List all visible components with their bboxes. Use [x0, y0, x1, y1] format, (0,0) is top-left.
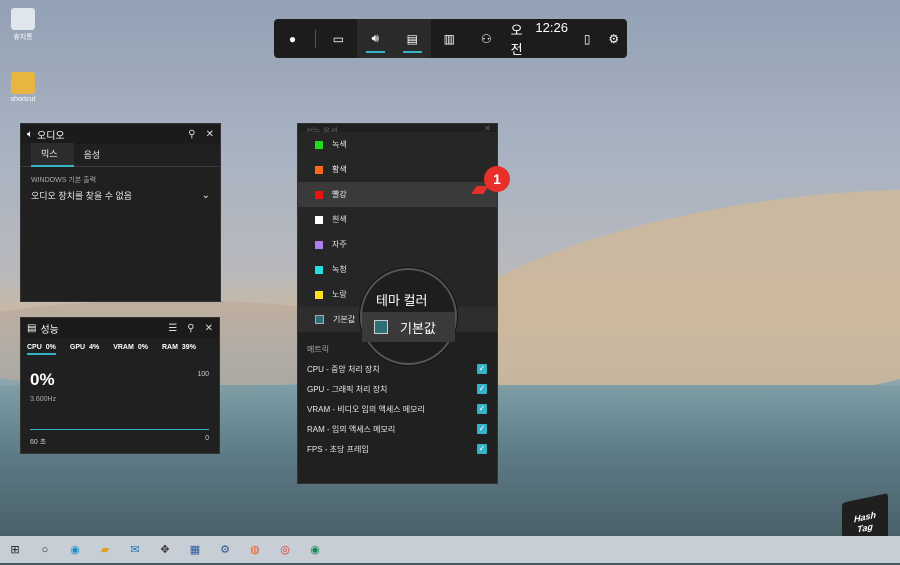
- windows-start-icon[interactable]: ⊞: [0, 536, 30, 563]
- performance-widget: ▤ 성능 ☰ ⚲ ✕ CPU 0% GPU 4% VRAM 0% RAM 39% 0% …: [20, 317, 220, 454]
- swatch-purple: [315, 240, 323, 249]
- gamebar-clock: 오전 12:26: [505, 20, 574, 58]
- close-icon[interactable]: ✕: [206, 129, 214, 140]
- audio-section-label: WINDOWS 기본 출력: [31, 177, 97, 184]
- metric-gpu[interactable]: GPU - 그래픽 처리 장치 ✓: [298, 379, 497, 399]
- metrics-list: CPU - 중앙 처리 장치 ✓ GPU - 그래픽 처리 장치 ✓ VRAM - …: [298, 359, 497, 459]
- perf-big-value: 0%: [30, 370, 55, 389]
- settings-gear-icon[interactable]: ⚙: [601, 19, 628, 58]
- perf-stats-row: CPU 0% GPU 4% VRAM 0% RAM 39%: [21, 338, 219, 355]
- color-option-green[interactable]: 녹색: [298, 132, 497, 157]
- file-explorer-icon[interactable]: ▰: [90, 536, 120, 563]
- edge-icon[interactable]: ◉: [60, 536, 90, 563]
- step-badge: 1: [484, 166, 510, 192]
- chrome-icon[interactable]: ◎: [270, 536, 300, 563]
- xbox-icon[interactable]: ●: [274, 19, 311, 58]
- swatch-white: [315, 215, 323, 224]
- audio-device-text: 오디오 장치를 찾을 수 없음: [31, 191, 133, 201]
- callout-default-label: 기본값: [400, 320, 436, 336]
- swatch-cyan: [315, 265, 323, 274]
- tab-mix[interactable]: 믹스: [31, 143, 74, 167]
- checkbox-ram[interactable]: ✓: [477, 424, 487, 434]
- audio-tabs: 믹스 음성: [21, 143, 220, 167]
- pin-icon[interactable]: ⚲: [187, 323, 194, 334]
- move-tool-icon[interactable]: ✥: [150, 536, 180, 563]
- callout-default-row: 기본값: [362, 312, 455, 342]
- callout-title: 테마 컬러: [376, 293, 428, 308]
- swatch-red: [315, 190, 323, 199]
- taskbar: ⊞ ○ ◉ ▰ ✉ ✥ ▦ ⚙ ◍ ◎ ◉: [0, 536, 900, 563]
- checkbox-vram[interactable]: ✓: [477, 404, 487, 414]
- search-circle-icon[interactable]: ○: [30, 536, 60, 563]
- stat-cpu[interactable]: CPU 0%: [27, 344, 56, 355]
- pin-icon[interactable]: ⚲: [188, 129, 195, 140]
- perf-frequency: 3.600Hz: [30, 396, 57, 403]
- checkbox-gpu[interactable]: ✓: [477, 384, 487, 394]
- widget-menu-icon[interactable]: ▭: [320, 19, 357, 58]
- perf-time-label: 60 초: [30, 439, 47, 446]
- audio-widget-title: 오디오: [37, 130, 65, 142]
- clock-time: 12:26: [535, 19, 568, 35]
- resources-widget-icon[interactable]: ▥: [431, 19, 468, 58]
- swatch-yellow: [315, 290, 323, 299]
- color-option-purple[interactable]: 자주: [298, 232, 497, 257]
- checkbox-fps[interactable]: ✓: [477, 444, 487, 454]
- performance-widget-title: 성능: [40, 324, 59, 336]
- perf-graph-line: [30, 429, 209, 430]
- settings-app-icon[interactable]: ⚙: [210, 536, 240, 563]
- stat-ram[interactable]: RAM 39%: [162, 344, 196, 355]
- audio-widget-header: 🔈︎ 오디오 ⚲ ✕: [21, 124, 220, 144]
- options-icon[interactable]: ☰: [168, 323, 177, 334]
- stat-gpu[interactable]: GPU 4%: [70, 344, 99, 355]
- folder-shortcut-label: shortcut: [10, 96, 36, 103]
- mouse-icon[interactable]: ▯: [574, 19, 601, 58]
- tab-voice[interactable]: 음성: [74, 144, 117, 166]
- audio-device-dropdown[interactable]: 오디오 장치를 찾을 수 없음 ⌄: [21, 187, 220, 204]
- close-icon[interactable]: ✕: [205, 323, 213, 334]
- metric-vram[interactable]: VRAM - 비디오 임의 액세스 메모리 ✓: [298, 399, 497, 419]
- clock-ampm: 오전: [510, 22, 523, 57]
- edge-dev-icon[interactable]: ◉: [300, 536, 330, 563]
- recycle-bin-label: 휴지통: [13, 34, 33, 41]
- chevron-down-icon: ⌄: [201, 190, 210, 201]
- perf-min-label: 0: [205, 435, 209, 442]
- metric-fps[interactable]: FPS - 초당 프레임 ✓: [298, 439, 497, 459]
- metrics-label: 메트릭: [307, 345, 330, 354]
- color-option-red[interactable]: 빨강: [298, 182, 497, 207]
- swatch-green: [315, 140, 323, 149]
- firefox-icon[interactable]: ◍: [240, 536, 270, 563]
- color-option-orange[interactable]: 황색: [298, 157, 497, 182]
- magnifier-callout: 테마 컬러 기본값: [360, 268, 457, 365]
- audio-widget-icon[interactable]: 🔊︎: [356, 19, 394, 58]
- audio-widget: 🔈︎ 오디오 ⚲ ✕ 믹스 음성 WINDOWS 기본 출력 오디오 장치를 찾…: [20, 123, 221, 302]
- performance-widget-header: ▤ 성능 ☰ ⚲ ✕: [21, 318, 219, 338]
- perf-max-label: 100: [197, 371, 209, 378]
- metric-ram[interactable]: RAM - 임의 액세스 메모리 ✓: [298, 419, 497, 439]
- swatch-orange: [315, 165, 323, 174]
- stat-vram[interactable]: VRAM 0%: [113, 344, 148, 355]
- checkbox-cpu[interactable]: ✓: [477, 364, 487, 374]
- xbox-game-bar: ● ▭ 🔊︎ ▤ ▥ ⚇ 오전 12:26 ▯ ⚙: [274, 19, 627, 58]
- social-widget-icon[interactable]: ⚇: [468, 19, 505, 58]
- recycle-bin-icon[interactable]: 휴지통: [6, 8, 40, 42]
- gamebar-divider: [314, 29, 316, 48]
- performance-widget-icon[interactable]: ▤: [393, 19, 431, 58]
- callout-swatch: [374, 320, 388, 334]
- mail-icon[interactable]: ✉: [120, 536, 150, 563]
- swatch-default: [315, 315, 324, 324]
- color-option-white[interactable]: 흰색: [298, 207, 497, 232]
- performance-icon: ▤: [27, 322, 37, 334]
- speaker-icon: 🔈︎: [27, 128, 33, 140]
- folder-shortcut-icon[interactable]: shortcut: [6, 72, 40, 103]
- notepad-icon[interactable]: ▦: [180, 536, 210, 563]
